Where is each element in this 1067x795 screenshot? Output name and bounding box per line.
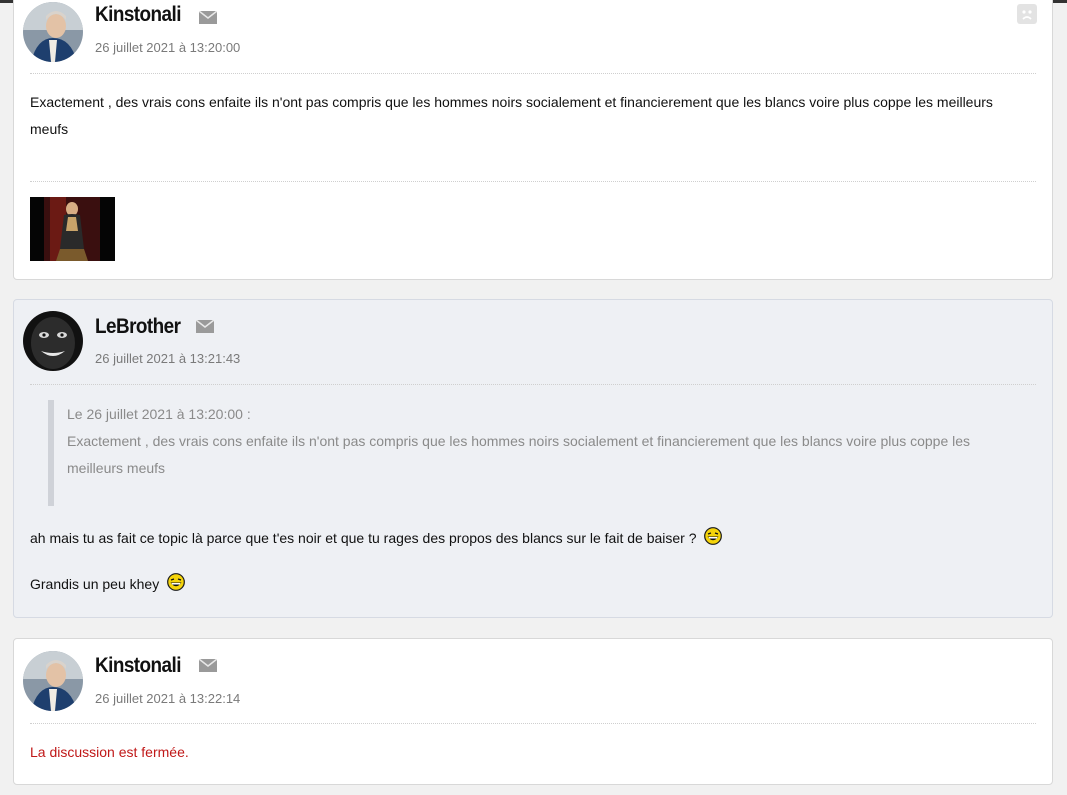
separator [30,73,1036,74]
post-date[interactable]: 26 juillet 2021 à 13:20:00 [95,40,240,55]
post-date[interactable]: 26 juillet 2021 à 13:22:14 [95,691,240,706]
author-name[interactable]: Kinstonali [95,654,182,678]
author-name[interactable]: Kinstonali [95,3,182,27]
post-header: LeBrother 26 juillet 2021 à 13:21:43 [14,300,1052,371]
avatar[interactable] [23,651,83,711]
post-header: Kinstonali 26 juillet 2021 à 13:22:14 [14,639,1052,711]
post-message: Exactement , des vrais cons enfaite ils … [30,94,993,137]
forum-post: Kinstonali 26 juillet 2021 à 13:20:00 Ex… [13,0,1053,280]
post-date[interactable]: 26 juillet 2021 à 13:21:43 [95,351,240,366]
message-line: ah mais tu as fait ce topic là parce que… [30,525,1022,552]
message-line-text: Grandis un peu khey [30,576,160,592]
quote-header: Le 26 juillet 2021 à 13:20:00 : [67,406,251,422]
separator [30,723,1036,724]
sad-face-icon[interactable] [1016,3,1038,25]
laughing-smiley-icon [704,527,723,545]
signature-separator [30,181,1036,182]
mail-icon[interactable] [196,320,214,333]
laughing-smiley-icon [167,573,185,591]
post-header: Kinstonali 26 juillet 2021 à 13:20:00 [14,0,1052,62]
message-line-text: ah mais tu as fait ce topic là parce que… [30,530,697,546]
message-line: Grandis un peu khey [30,571,1022,598]
separator [30,384,1036,385]
closed-notice: La discussion est fermée. [30,744,189,760]
avatar[interactable] [23,2,83,62]
forum-post: Kinstonali 26 juillet 2021 à 13:22:14 La… [13,638,1053,785]
quote-block: Le 26 juillet 2021 à 13:20:00 : Exacteme… [48,400,1022,506]
quote-text: Exactement , des vrais cons enfaite ils … [67,433,971,476]
forum-post: LeBrother 26 juillet 2021 à 13:21:43 Le … [13,299,1053,618]
avatar[interactable] [23,311,83,371]
mail-icon[interactable] [199,11,217,24]
author-name[interactable]: LeBrother [95,315,181,339]
post-message: ah mais tu as fait ce topic là parce que… [30,525,1022,598]
signature-image[interactable] [30,197,115,261]
mail-icon[interactable] [199,659,217,672]
